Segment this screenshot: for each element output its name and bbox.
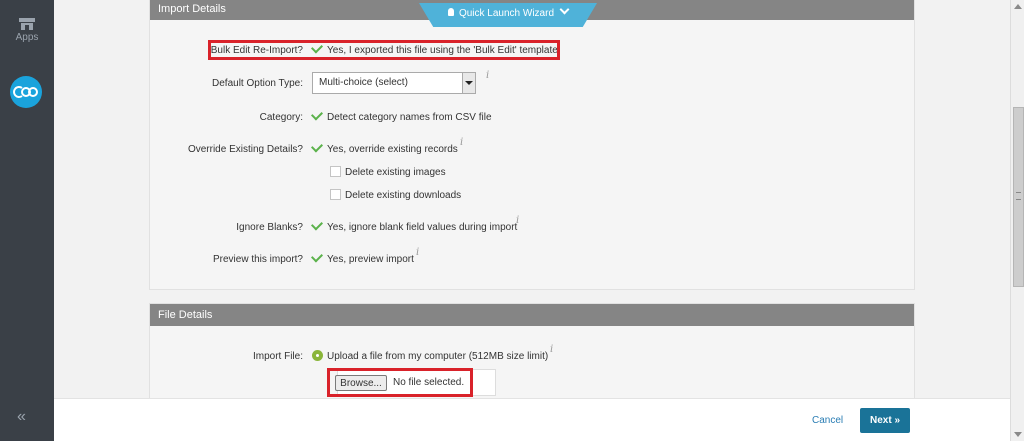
category-label: Category: — [259, 112, 303, 123]
import-file-label: Import File: — [252, 351, 303, 362]
ignore-blanks-label: Ignore Blanks? — [236, 222, 303, 233]
info-icon[interactable]: i — [486, 70, 489, 81]
highlight-box — [208, 40, 560, 60]
default-option-type-select[interactable]: Multi-choice (select) — [312, 72, 476, 94]
import-file-value: Upload a file from my computer (512MB si… — [327, 351, 549, 363]
info-icon[interactable]: i — [516, 215, 519, 226]
delete-images-option[interactable]: Delete existing images — [330, 166, 446, 179]
override-value: Yes, override existing records — [327, 144, 458, 155]
main-content: Import Details Bulk Edit Re-Import? Yes,… — [54, 0, 1010, 441]
override-option[interactable]: Yes, override existing records — [310, 140, 458, 155]
ignore-blanks-value: Yes, ignore blank field values during im… — [327, 222, 518, 233]
rocket-icon — [447, 8, 454, 17]
apps-button[interactable]: Apps — [0, 18, 54, 52]
scroll-down-icon[interactable] — [1014, 432, 1022, 437]
scroll-up-icon[interactable] — [1014, 4, 1022, 9]
delete-images-checkbox[interactable] — [330, 166, 341, 177]
override-label: Override Existing Details? — [187, 144, 303, 155]
dropdown-arrow-icon — [462, 73, 475, 93]
highlight-box — [327, 368, 473, 397]
vertical-scrollbar[interactable] — [1010, 0, 1024, 441]
delete-images-label: Delete existing images — [345, 167, 446, 179]
app-logo-icon[interactable] — [10, 76, 42, 108]
chevron-down-icon — [559, 4, 570, 15]
wizard-label: Quick Launch Wizard — [458, 8, 555, 19]
cancel-button[interactable]: Cancel — [812, 415, 843, 426]
default-option-type-label: Default Option Type: — [212, 78, 303, 89]
ignore-blanks-option[interactable]: Yes, ignore blank field values during im… — [310, 218, 518, 233]
file-details-title: File Details — [150, 304, 914, 326]
default-option-type-value: Multi-choice (select) — [319, 77, 408, 88]
apps-label: Apps — [15, 32, 39, 43]
info-icon[interactable]: i — [460, 137, 463, 148]
scroll-thumb[interactable] — [1013, 107, 1024, 287]
preview-label: Preview this import? — [212, 254, 303, 265]
info-icon[interactable]: i — [550, 344, 553, 355]
import-file-option[interactable]: Upload a file from my computer (512MB si… — [312, 350, 549, 363]
radio-selected-icon[interactable] — [312, 350, 323, 361]
delete-downloads-label: Delete existing downloads — [345, 190, 462, 202]
preview-value: Yes, preview import — [327, 254, 414, 265]
delete-downloads-checkbox[interactable] — [330, 189, 341, 200]
footer-bar: Cancel Next » — [54, 398, 1010, 441]
preview-option[interactable]: Yes, preview import — [310, 250, 414, 265]
delete-downloads-option[interactable]: Delete existing downloads — [330, 189, 462, 202]
quick-launch-wizard-tab[interactable]: Quick Launch Wizard — [419, 3, 597, 27]
grip-icon — [1016, 192, 1021, 200]
category-option[interactable]: Detect category names from CSV file — [310, 108, 492, 123]
next-button[interactable]: Next » — [860, 408, 910, 433]
collapse-sidebar-icon[interactable]: « — [17, 408, 26, 426]
category-value: Detect category names from CSV file — [327, 112, 492, 123]
left-sidebar: Apps « — [0, 0, 54, 441]
info-icon[interactable]: i — [416, 247, 419, 258]
store-icon — [19, 18, 35, 30]
